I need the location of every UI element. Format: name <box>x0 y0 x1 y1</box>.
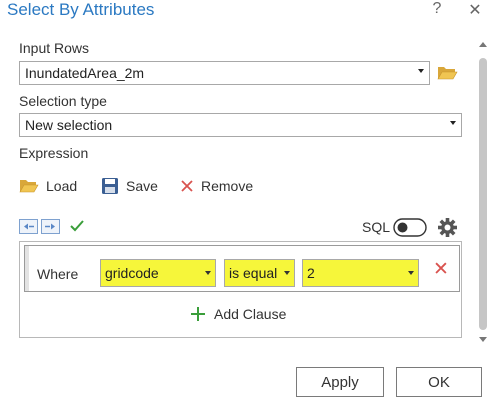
apply-button[interactable]: Apply <box>296 367 384 397</box>
title-bar: Select By Attributes ? ✕ <box>0 0 494 26</box>
scroll-thumb[interactable] <box>479 58 487 330</box>
expression-builder: Where gridcode is equal 2 ✕ Add Clause <box>19 241 462 338</box>
scroll-up-icon[interactable] <box>479 42 487 47</box>
value-dropdown[interactable]: 2 <box>302 259 419 287</box>
load-button[interactable]: Load <box>19 176 77 196</box>
plus-icon <box>191 307 205 321</box>
save-button[interactable]: Save <box>101 176 158 196</box>
load-label: Load <box>46 178 78 194</box>
field-value: gridcode <box>105 265 159 281</box>
clause-row: Where gridcode is equal 2 ✕ <box>24 245 460 292</box>
input-rows-value: InundatedArea_2m <box>25 65 145 81</box>
ok-button[interactable]: OK <box>396 367 482 397</box>
chevron-down-icon <box>418 69 424 73</box>
delete-clause-icon[interactable]: ✕ <box>433 258 449 281</box>
add-clause-button[interactable]: Add Clause <box>190 306 286 322</box>
vertical-scrollbar[interactable] <box>476 40 490 350</box>
folder-open-icon <box>19 180 39 193</box>
verify-check-icon[interactable] <box>69 218 85 238</box>
chevron-down-icon <box>408 271 414 275</box>
selection-type-dropdown[interactable]: New selection <box>19 113 462 137</box>
expression-label: Expression <box>19 145 89 161</box>
close-button[interactable]: ✕ <box>466 0 484 20</box>
save-disk-icon <box>102 178 118 194</box>
gear-icon[interactable] <box>437 217 458 243</box>
chevron-down-icon <box>205 271 211 275</box>
input-rows-label: Input Rows <box>19 40 90 56</box>
field-dropdown[interactable]: gridcode <box>100 259 216 287</box>
chevron-down-icon <box>450 121 456 125</box>
browse-folder-icon[interactable] <box>437 64 458 86</box>
add-clause-label: Add Clause <box>214 306 287 322</box>
clause-drag-handle[interactable] <box>25 246 29 291</box>
operator-dropdown[interactable]: is equal <box>224 259 295 287</box>
save-label: Save <box>126 178 158 194</box>
chevron-down-icon <box>284 271 290 275</box>
remove-x-icon <box>181 180 193 192</box>
clause-value: 2 <box>307 265 315 281</box>
indent-left-icon[interactable] <box>19 219 38 239</box>
sql-toggle[interactable] <box>393 218 427 242</box>
dialog-title: Select By Attributes <box>7 0 155 19</box>
where-label: Where <box>37 266 79 282</box>
indent-right-icon[interactable] <box>41 219 60 239</box>
input-rows-dropdown[interactable]: InundatedArea_2m <box>19 61 430 85</box>
help-button[interactable]: ? <box>430 0 444 18</box>
operator-value: is equal <box>229 265 278 281</box>
scroll-down-icon[interactable] <box>479 337 487 342</box>
remove-button[interactable]: Remove <box>180 176 253 196</box>
selection-type-value: New selection <box>25 117 113 133</box>
remove-label: Remove <box>201 178 254 194</box>
sql-label: SQL <box>362 219 391 235</box>
selection-type-label: Selection type <box>19 93 107 109</box>
